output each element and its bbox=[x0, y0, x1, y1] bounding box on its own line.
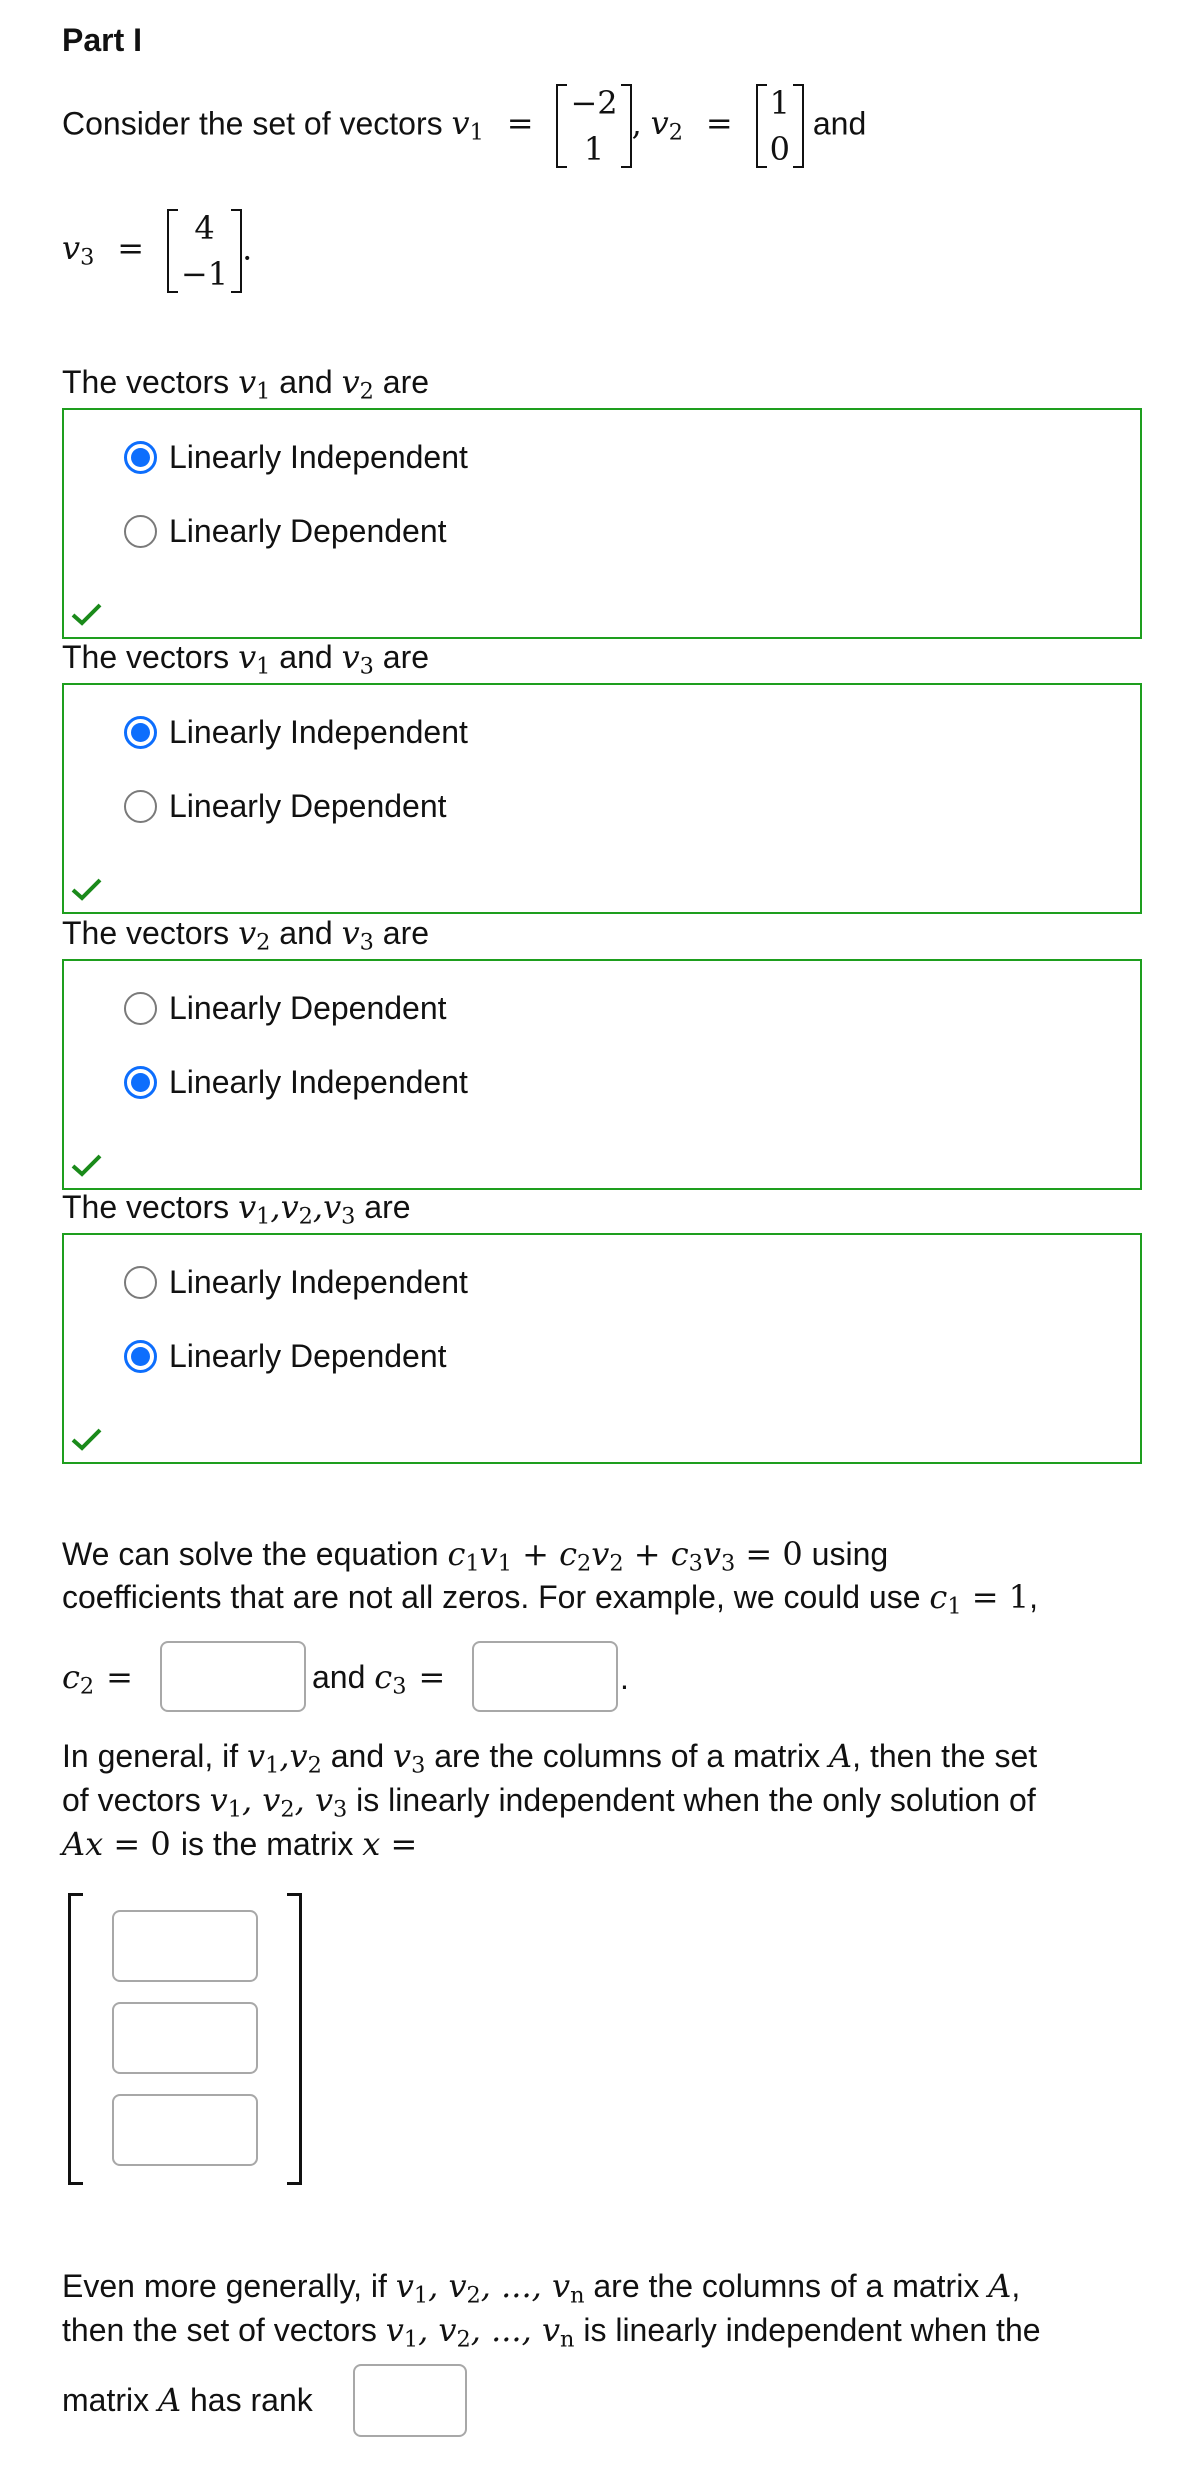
x1-input[interactable] bbox=[112, 1910, 258, 1982]
v2-symbol: v2 bbox=[650, 104, 683, 147]
c3-input[interactable] bbox=[472, 1641, 618, 1712]
option-label: Linearly Independent bbox=[169, 713, 468, 750]
equals: = bbox=[506, 104, 534, 143]
option-linearly-independent[interactable]: Linearly Independent bbox=[124, 437, 468, 477]
radio-unselected[interactable] bbox=[124, 991, 157, 1025]
matrix-right-bracket bbox=[287, 1893, 302, 2185]
equals: = bbox=[705, 104, 733, 143]
option-label: Linearly Dependent bbox=[169, 512, 447, 549]
option-linearly-dependent[interactable]: Linearly Dependent bbox=[124, 786, 447, 826]
option-label: Linearly Independent bbox=[169, 1263, 468, 1300]
intro-line: Consider the set of vectors v1 = −2 1, v2… bbox=[62, 80, 866, 172]
c2-input[interactable] bbox=[160, 1641, 306, 1712]
intro-text: Consider the set of vectors bbox=[62, 105, 443, 142]
v1-symbol: v1 bbox=[451, 104, 484, 147]
rank-line-1: Even more generally, if v1, v2, ..., vn … bbox=[62, 2267, 1021, 2309]
option-label: Linearly Dependent bbox=[169, 1337, 447, 1374]
checkmark-icon bbox=[71, 1428, 102, 1451]
option-label: Linearly Independent bbox=[169, 438, 468, 475]
option-label: Linearly Dependent bbox=[169, 989, 447, 1026]
option-linearly-dependent[interactable]: Linearly Dependent bbox=[124, 988, 447, 1028]
question-4-label: The vectors v1,v2,v3 are bbox=[62, 1188, 411, 1230]
radio-selected[interactable] bbox=[124, 1339, 157, 1373]
checkmark-icon bbox=[71, 878, 102, 901]
question-3-label: The vectors v2 and v3 are bbox=[62, 914, 430, 956]
option-linearly-independent[interactable]: Linearly Independent bbox=[124, 712, 468, 752]
question-2-label: The vectors v1 and v3 are bbox=[62, 638, 430, 680]
general-line-3: Ax = 0 is the matrix x = bbox=[62, 1825, 418, 1863]
period: . bbox=[620, 1660, 629, 1696]
comma: , bbox=[631, 104, 642, 143]
option-linearly-independent[interactable]: Linearly Independent bbox=[124, 1262, 468, 1302]
radio-unselected[interactable] bbox=[124, 789, 157, 823]
option-linearly-dependent[interactable]: Linearly Dependent bbox=[124, 511, 447, 551]
v3-symbol: v3 bbox=[62, 229, 95, 272]
period: . bbox=[242, 229, 253, 268]
radio-selected[interactable] bbox=[124, 440, 157, 474]
vector-v1: −2 1 bbox=[556, 80, 632, 172]
equation-line-3: c2 = bbox=[62, 1658, 133, 1700]
rank-line-3: matrix A has rank bbox=[62, 2381, 313, 2419]
checkmark-icon bbox=[71, 1154, 102, 1177]
option-label: Linearly Independent bbox=[169, 1063, 468, 1100]
and-text: and bbox=[812, 105, 867, 142]
radio-selected[interactable] bbox=[124, 1065, 157, 1099]
equation-line-2: coefficients that are not all zeros. For… bbox=[62, 1578, 1038, 1620]
question-3-box: Linearly Dependent Linearly Independent bbox=[62, 959, 1142, 1190]
question-2-box: Linearly Independent Linearly Dependent bbox=[62, 683, 1142, 914]
radio-unselected[interactable] bbox=[124, 1265, 157, 1299]
radio-unselected[interactable] bbox=[124, 514, 157, 548]
option-label: Linearly Dependent bbox=[169, 787, 447, 824]
and-c3-label: and c3 = bbox=[312, 1658, 446, 1700]
v3-line: v3 = 4 −1. bbox=[62, 205, 252, 297]
checkmark-icon bbox=[71, 603, 102, 626]
matrix-left-bracket bbox=[68, 1893, 83, 2185]
c1-value: 1 bbox=[1008, 1578, 1030, 1616]
vector-v2: 10 bbox=[755, 80, 805, 172]
general-line-2: of vectors v1, v2, v3 is linearly indepe… bbox=[62, 1781, 1036, 1823]
option-linearly-independent[interactable]: Linearly Independent bbox=[124, 1062, 468, 1102]
question-1-label: The vectors v1 and v2 are bbox=[62, 363, 430, 405]
rank-line-2: then the set of vectors v1, v2, ..., vn … bbox=[62, 2311, 1041, 2353]
equals: = bbox=[117, 229, 145, 268]
option-linearly-dependent[interactable]: Linearly Dependent bbox=[124, 1336, 447, 1376]
part-title: Part I bbox=[62, 22, 143, 58]
general-line-1: In general, if v1,v2 and v3 are the colu… bbox=[62, 1737, 1038, 1779]
radio-selected[interactable] bbox=[124, 715, 157, 749]
vector-v3: 4 −1 bbox=[166, 205, 243, 297]
question-1-box: Linearly Independent Linearly Dependent bbox=[62, 408, 1142, 639]
rank-input[interactable] bbox=[353, 2364, 467, 2437]
x3-input[interactable] bbox=[112, 2094, 258, 2166]
x2-input[interactable] bbox=[112, 2002, 258, 2074]
equation-line-1: We can solve the equation c1v1 + c2v2 + … bbox=[62, 1535, 889, 1577]
question-4-box: Linearly Independent Linearly Dependent bbox=[62, 1233, 1142, 1464]
